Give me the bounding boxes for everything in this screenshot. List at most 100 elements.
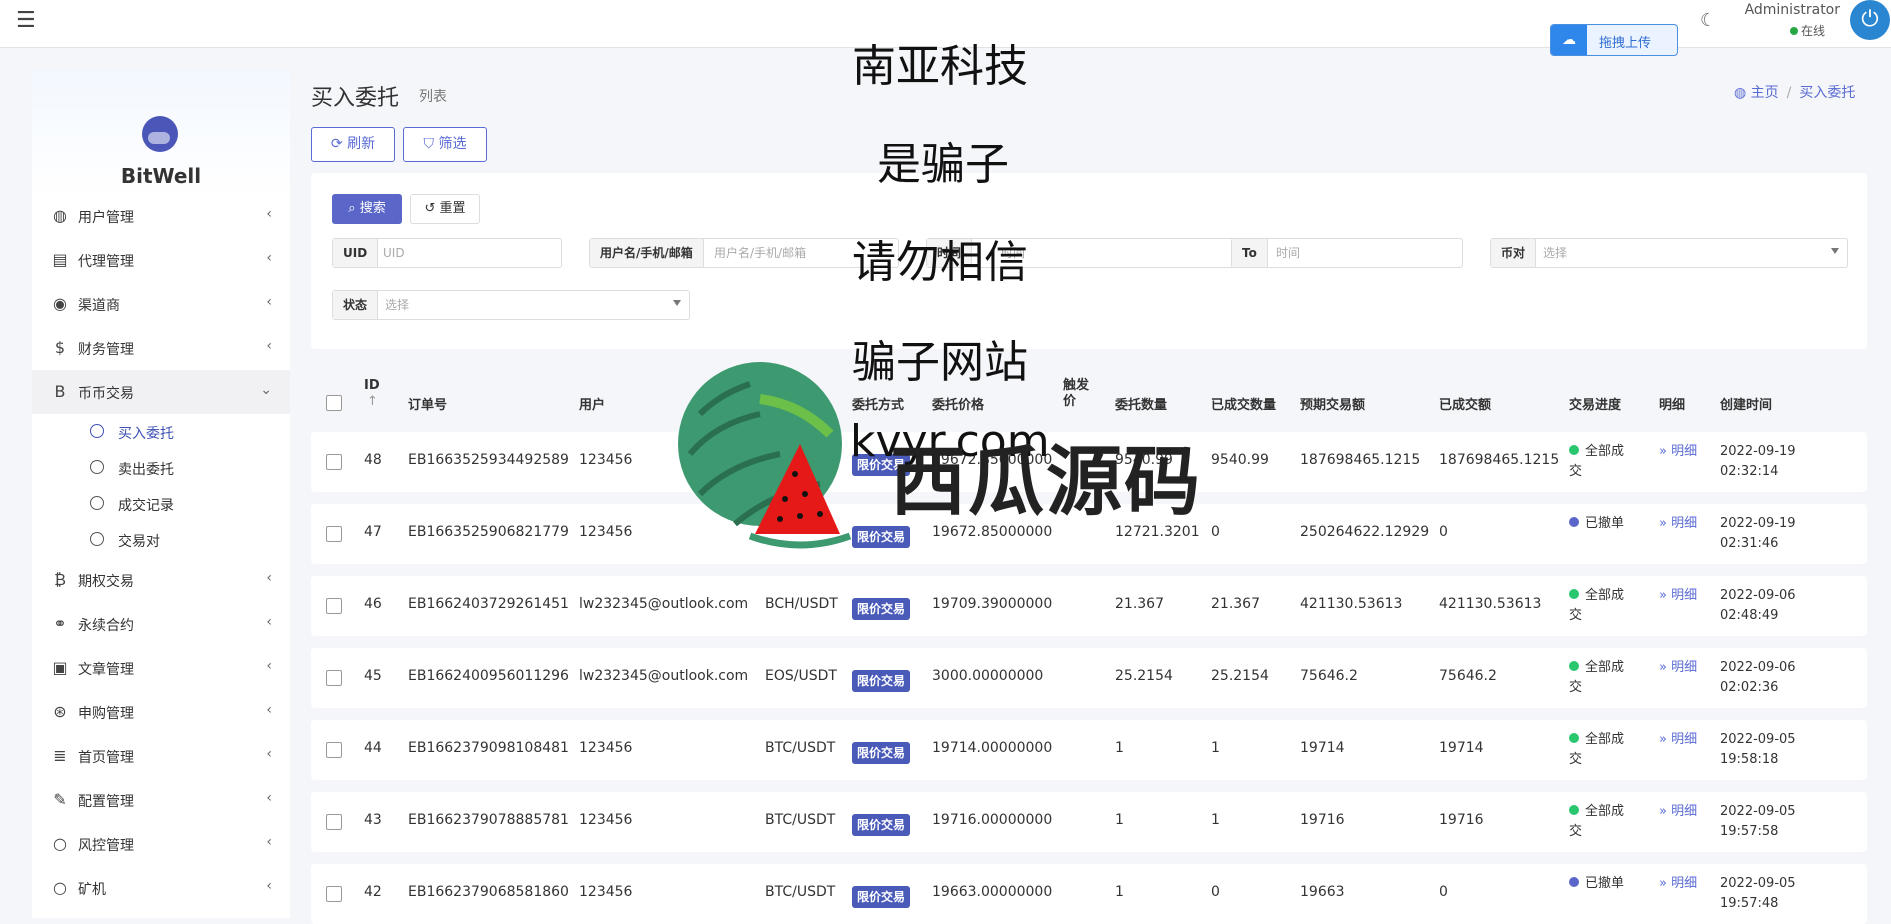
created-time: 2022-09-19 02:32:14 [1720,442,1820,482]
row-checkbox[interactable] [326,670,342,686]
sidebar-item-sidebar-items_after-1[interactable]: ⚭ 永续合约 ‹ [32,602,290,646]
bitwell-logo-icon [142,116,178,152]
sidebar-item-sidebar-items-0[interactable]: ◍ 用户管理 ‹ [32,194,290,238]
cell-expected-amount: 19663 [1300,884,1345,900]
cell-id: 45 [364,668,382,684]
sidebar-subitem-2[interactable]: 成交记录 [32,486,290,522]
sidebar-item-sidebar-items_after-2[interactable]: ▣ 文章管理 ‹ [32,646,290,690]
pair-dropdown-arrow-icon[interactable] [1831,248,1839,254]
cell-pair: BTC/USDT [765,884,836,900]
bitcoin-icon: ₿ [54,570,66,589]
pair-label: 币对 [1491,239,1537,267]
circle-icon [90,424,104,438]
cell-filled-amount: 421130.53613 [1439,596,1542,612]
cell-filled-qty: 1 [1211,740,1220,756]
row-checkbox[interactable] [326,814,342,830]
chevron-left-icon: ‹ [266,878,272,894]
status-badge: 已撤单 [1569,874,1629,894]
refresh-button[interactable]: ⟳ 刷新 [311,127,395,162]
link-icon: ⚭ [53,614,67,633]
cell-expected-amount: 19714 [1300,740,1345,756]
th-order-no: 订单号 [408,398,448,413]
detail-link[interactable]: » 明细 [1659,514,1699,534]
row-checkbox[interactable] [326,454,342,470]
list-icon: ≣ [53,746,67,765]
sidebar-item-sidebar-items_after-0[interactable]: ₿ 期权交易 ‹ [32,558,290,602]
admin-username[interactable]: Administrator [1740,2,1840,18]
cell-filled-amount: 19716 [1439,812,1484,828]
created-date: 2022-09-05 [1720,876,1796,891]
cell-user: 123456 [579,452,633,468]
cell-user: lw232345@outlook.com [579,668,749,684]
sidebar-item-label: 申购管理 [78,706,134,722]
power-avatar-icon[interactable]: ⏻ [1850,0,1890,40]
cell-order-no: EB1662400956011296 [408,668,569,684]
cell-pair: BTC/USDT [765,812,836,828]
sidebar-subitem-label: 成交记录 [118,498,174,514]
sidebar-item-sidebar-items_after-5[interactable]: ✎ 配置管理 ‹ [32,778,290,822]
user-label: 用户名/手机/邮箱 [590,239,704,267]
reset-button[interactable]: ↺ 重置 [410,194,480,224]
sidebar-item-sidebar-items_after-6[interactable]: ○ 风控管理 ‹ [32,822,290,866]
detail-link[interactable]: » 明细 [1659,802,1699,822]
detail-link[interactable]: » 明细 [1659,658,1699,678]
user-input[interactable]: 用户名/手机/邮箱 [714,239,806,267]
detail-link[interactable]: » 明细 [1659,730,1699,750]
sidebar-item-sidebar-items_after-3[interactable]: ⊛ 申购管理 ‹ [32,690,290,734]
chevron-left-icon: ‹ [266,658,272,674]
online-dot-icon [1790,27,1798,35]
sidebar-subitem-label: 买入委托 [118,426,174,442]
status-badge: 全部成交 [1569,658,1629,698]
watermark-text: 西瓜源码 [890,437,1202,526]
sort-arrow-icon[interactable]: ↑ [367,394,378,409]
search-button[interactable]: ⌕ 搜索 [332,194,402,224]
select-all-checkbox[interactable] [326,395,342,411]
dark-mode-moon-icon[interactable]: ☾ [1700,10,1716,31]
row-checkbox[interactable] [326,742,342,758]
th-id[interactable]: ID [364,378,380,393]
breadcrumb-home-label: 主页 [1750,85,1779,101]
pair-select[interactable]: 选择 [1543,239,1567,267]
cell-filled-amount: 19714 [1439,740,1484,756]
sidebar-nav: ◍ 用户管理 ‹ ▤ 代理管理 ‹ ◉ 渠道商 ‹ $ 财务管理 ‹ B 币币交易 ⌄ 买入委托卖出委托成交记… [32,194,290,910]
uid-input[interactable]: UID [383,239,405,267]
breadcrumb-home-link[interactable]: ◍ 主页 [1734,85,1779,101]
row-checkbox[interactable] [326,598,342,614]
status-badge: 全部成交 [1569,586,1629,626]
order-type-badge: 限价交易 [852,742,911,764]
status-dot-icon [1569,877,1579,887]
sidebar-item-sidebar-items-2[interactable]: ◉ 渠道商 ‹ [32,282,290,326]
filter-label: 筛选 [438,136,467,152]
status-select[interactable]: 选择 [385,291,409,319]
sidebar-item-sidebar-items-4[interactable]: B 币币交易 ⌄ [32,370,290,414]
sidebar-item-sidebar-items-1[interactable]: ▤ 代理管理 ‹ [32,238,290,282]
drag-upload-button[interactable]: ☁ 拖拽上传 [1550,24,1678,56]
sidebar-item-sidebar-items-3[interactable]: $ 财务管理 ‹ [32,326,290,370]
detail-link[interactable]: » 明细 [1659,874,1699,894]
row-checkbox[interactable] [326,526,342,542]
row-checkbox[interactable] [326,886,342,902]
detail-link[interactable]: » 明细 [1659,586,1699,606]
cell-order-no: EB1662379098108481 [408,740,569,756]
hamburger-menu-icon[interactable]: ☰ [16,8,36,33]
filter-button[interactable]: ⛉ 筛选 [403,127,487,162]
th-filled-amount: 已成交额 [1439,398,1492,413]
detail-link[interactable]: » 明细 [1659,442,1699,462]
sidebar-item-label: 首页管理 [78,750,134,766]
cell-price: 19663.00000000 [932,884,1053,900]
uid-label: UID [333,239,379,267]
sidebar-subitem-3[interactable]: 交易对 [32,522,290,558]
time-to-input[interactable]: 时间 [1276,239,1300,267]
sidebar-item-sidebar-items_after-4[interactable]: ≣ 首页管理 ‹ [32,734,290,778]
search-label: 搜索 [359,201,386,216]
status-dropdown-arrow-icon[interactable] [673,300,681,306]
search-icon: ⌕ [348,201,356,216]
sidebar-subitem-1[interactable]: 卖出委托 [32,450,290,486]
sidebar-item-label: 风控管理 [78,838,134,854]
sidebar-subitem-0[interactable]: 买入委托 [32,414,290,450]
sidebar-item-sidebar-items_after-7[interactable]: ○ 矿机 ‹ [32,866,290,910]
cell-price: 19709.39000000 [932,596,1053,612]
created-time: 2022-09-05 19:57:58 [1720,802,1820,842]
overlay-line-4: 骗子网站 [852,337,1028,388]
pair-filter: 币对 选择 [1490,238,1848,268]
